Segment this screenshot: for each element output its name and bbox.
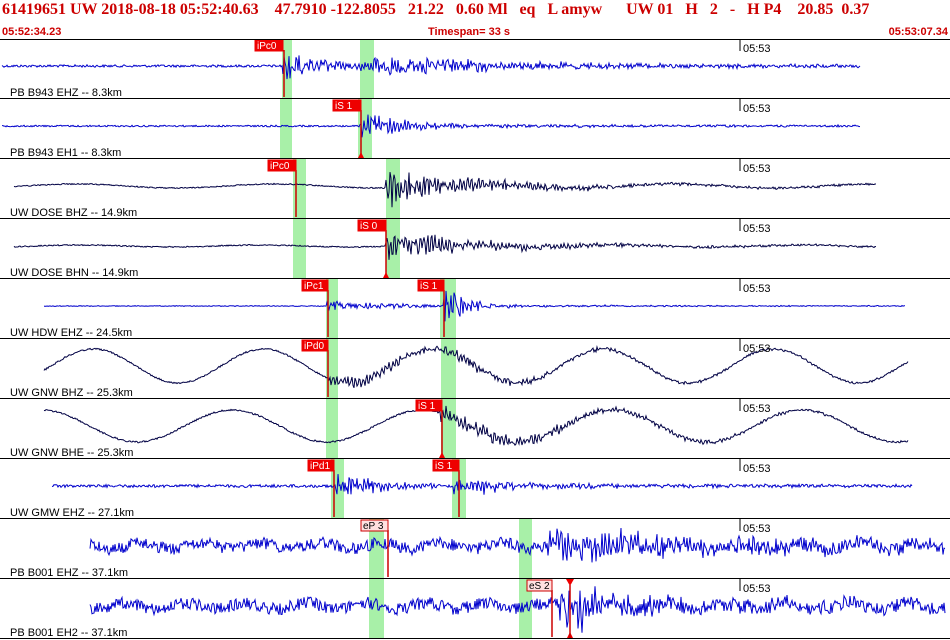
waveform-trace: [2, 114, 861, 138]
station-label: UW HDW EHZ -- 24.5km: [10, 327, 132, 339]
pick-label: eS 2: [529, 581, 550, 592]
waveform-trace: [43, 290, 906, 322]
pick-label: iS 1: [418, 401, 436, 412]
pick-label: iPc0: [257, 41, 277, 52]
end-time-label: 05:53:07.34: [888, 26, 948, 38]
pick-label: iS 1: [420, 281, 438, 292]
pick-window: [360, 39, 374, 99]
pick-label: eP 3: [363, 521, 384, 532]
pick-label: iPc0: [270, 161, 290, 172]
trace-row: 05:53 iPc1 iS 1 UW HDW EHZ -- 24.5km: [0, 279, 950, 339]
waveform-trace: [89, 527, 946, 563]
station-label: UW GNW BHE -- 25.3km: [10, 447, 133, 459]
waveform-trace: [13, 172, 876, 208]
trace-row: 05:53 iS 1 UW GNW BHE -- 25.3km: [0, 399, 950, 459]
trace-row: 05:53 iPd0 UW GNW BHZ -- 25.3km: [0, 339, 950, 399]
pick-label: iS 0: [360, 221, 378, 232]
minute-tick-label: 05:53: [743, 283, 771, 295]
start-time-label: 05:52:34.23: [2, 26, 62, 38]
station-label: UW GMW EHZ -- 27.1km: [10, 507, 134, 519]
pick-window: [280, 99, 292, 159]
pick-window: [369, 579, 384, 639]
trace-row: 05:53 eS 2 PB B001 EH2 -- 37.1km: [0, 579, 950, 639]
minute-tick-label: 05:53: [743, 343, 771, 355]
pick-window: [441, 399, 456, 459]
minute-tick-label: 05:53: [743, 103, 771, 115]
waveform-trace: [13, 234, 877, 260]
pick-window: [519, 519, 532, 579]
event-summary-line: 61419651 UW 2018-08-18 05:52:40.63 47.79…: [2, 1, 870, 18]
station-label: PB B943 EHZ -- 8.3km: [10, 87, 122, 99]
trace-row: 05:53 eP 3 PB B001 EHZ -- 37.1km: [0, 519, 950, 579]
pick-window: [441, 339, 456, 399]
minute-tick-label: 05:53: [743, 523, 771, 535]
minute-tick-label: 05:53: [743, 403, 771, 415]
pick-label: iS 1: [335, 101, 353, 112]
minute-tick-label: 05:53: [743, 463, 771, 475]
waveform-trace: [43, 405, 909, 446]
minute-tick-label: 05:53: [743, 43, 771, 55]
seismogram-panel[interactable]: 05:53 iPc0 PB B943 EHZ -- 8.3km 05:53 iS 1 PB…: [0, 39, 950, 640]
pick-window: [293, 219, 306, 279]
minute-tick-label: 05:53: [743, 583, 771, 595]
event-header: 61419651 UW 2018-08-18 05:52:40.63 47.79…: [0, 0, 950, 40]
station-label: UW DOSE BHZ -- 14.9km: [10, 207, 137, 219]
waveform-trace: [43, 345, 909, 388]
pick-label: iS 1: [435, 461, 453, 472]
pick-label: iPd0: [304, 341, 324, 352]
pick-label: iPc1: [304, 281, 324, 292]
minute-tick-label: 05:53: [743, 163, 771, 175]
trace-row: 05:53 iPd1 iS 1 UW GMW EHZ -- 27.1km: [0, 459, 950, 519]
waveform-trace: [51, 474, 913, 495]
timespan-label: Timespan= 33 s: [428, 26, 511, 38]
pick-label: iPd1: [310, 461, 330, 472]
pick-window: [326, 399, 338, 459]
trace-row: 05:53 iS 0 UW DOSE BHN -- 14.9km: [0, 219, 950, 279]
station-label: UW DOSE BHN -- 14.9km: [10, 267, 138, 279]
trace-row: 05:53 iS 1 PB B943 EH1 -- 8.3km: [0, 99, 950, 159]
pick-triangle: [566, 579, 574, 586]
minute-tick-label: 05:53: [743, 223, 771, 235]
trace-row: 05:53 iPc0 UW DOSE BHZ -- 14.9km: [0, 159, 950, 219]
waveform-trace: [89, 586, 946, 633]
station-label: PB B943 EH1 -- 8.3km: [10, 147, 121, 159]
trace-row: 05:53 iPc0 PB B943 EHZ -- 8.3km: [0, 39, 950, 99]
waveform-trace: [1, 55, 861, 80]
station-label: PB B001 EH2 -- 37.1km: [10, 627, 127, 639]
station-label: PB B001 EHZ -- 37.1km: [10, 567, 128, 579]
station-label: UW GNW BHZ -- 25.3km: [10, 387, 133, 399]
